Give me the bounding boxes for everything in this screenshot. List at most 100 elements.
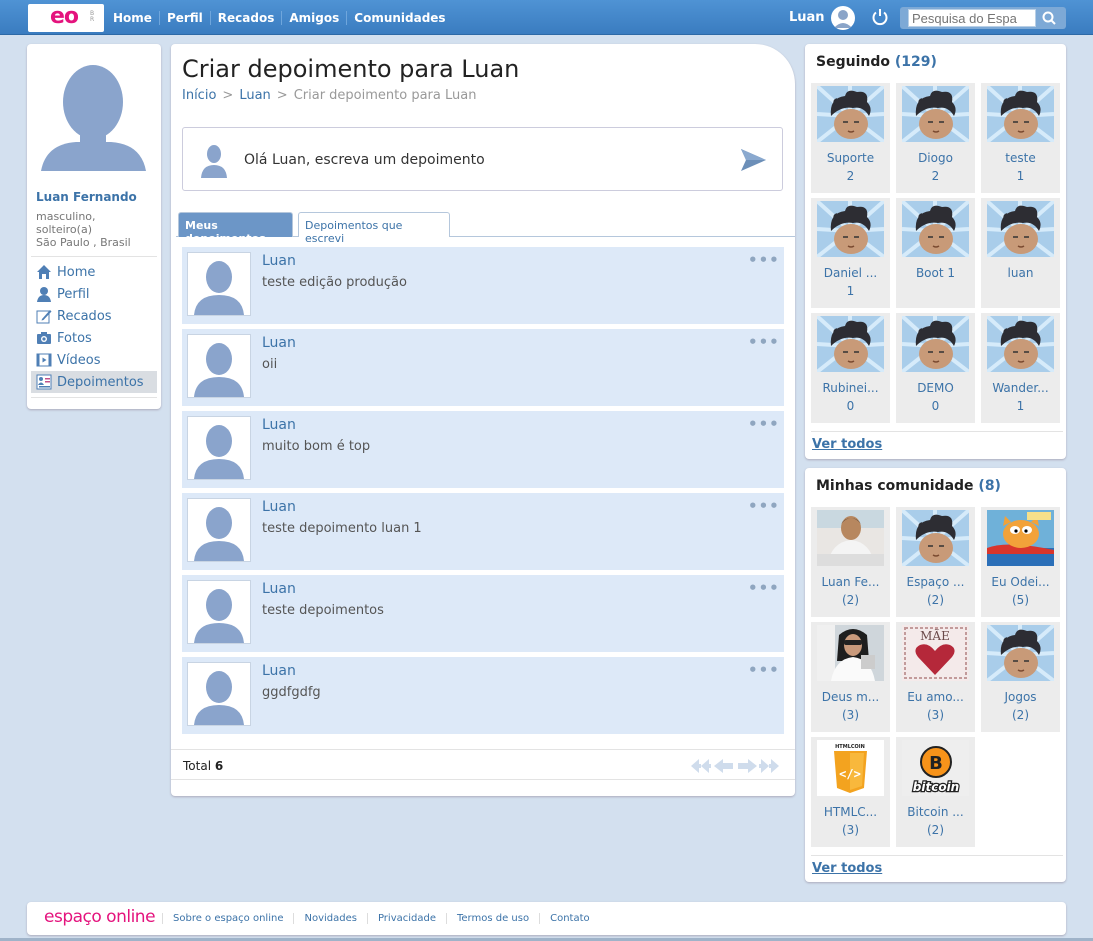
menu-item-recados[interactable]: Recados — [31, 305, 157, 327]
following-person-tile[interactable]: Daniel ... 1 — [811, 198, 890, 308]
following-person-name[interactable]: Daniel ... — [811, 266, 890, 280]
following-person-name[interactable]: teste — [981, 151, 1060, 165]
more-options-icon[interactable]: ••• — [748, 251, 780, 269]
author-name[interactable]: Luan — [262, 253, 296, 269]
site-logo[interactable]: eo BR — [28, 4, 104, 32]
nav-comunidades[interactable]: Comunidades — [346, 10, 452, 25]
following-person-tile[interactable]: DEMO 0 — [896, 313, 975, 423]
author-name[interactable]: Luan — [262, 581, 296, 597]
tab-depoimentos-que-escrevi[interactable]: Depoimentos que escrevi — [298, 212, 450, 245]
cartoon-avatar-thumbnail[interactable] — [902, 86, 969, 142]
author-name[interactable]: Luan — [262, 663, 296, 679]
nav-recados[interactable]: Recados — [209, 10, 282, 25]
communities-see-all-link[interactable]: Ver todos — [812, 861, 882, 876]
nav-amigos[interactable]: Amigos — [281, 10, 346, 25]
garfield-thumbnail[interactable] — [987, 510, 1054, 566]
breadcrumb-inicio[interactable]: Início — [182, 88, 216, 103]
menu-item-depoimentos[interactable]: Depoimentos — [31, 371, 157, 393]
community-tile[interactable]: Eu Odei... (5) — [981, 507, 1060, 617]
following-person-name[interactable]: luan — [981, 266, 1060, 280]
author-avatar[interactable] — [187, 252, 251, 316]
community-name[interactable]: Deus m... — [811, 690, 890, 704]
author-avatar[interactable] — [187, 498, 251, 562]
menu-item-home[interactable]: Home — [31, 261, 157, 283]
more-options-icon[interactable]: ••• — [748, 497, 780, 515]
author-name[interactable]: Luan — [262, 499, 296, 515]
following-person-tile[interactable]: Suporte 2 — [811, 83, 890, 193]
bitcoin-logo-thumbnail[interactable]: Bbitcoin — [902, 740, 969, 796]
community-tile[interactable]: Bbitcoin Bitcoin ... (2) — [896, 737, 975, 847]
prev-page-icon[interactable] — [714, 759, 733, 773]
community-tile[interactable]: Espaço ... (2) — [896, 507, 975, 617]
first-page-icon[interactable] — [691, 759, 711, 773]
photo-man-thumbnail[interactable] — [817, 510, 884, 566]
following-person-tile[interactable]: Boot 1 — [896, 198, 975, 308]
author-avatar[interactable] — [187, 662, 251, 726]
breadcrumb-luan[interactable]: Luan — [239, 88, 270, 103]
following-see-all-link[interactable]: Ver todos — [812, 437, 882, 452]
following-person-name[interactable]: Boot 1 — [896, 266, 975, 280]
search-icon[interactable] — [1041, 10, 1059, 26]
following-person-name[interactable]: Diogo — [896, 151, 975, 165]
community-tile[interactable]: MÃE Eu amo... (3) — [896, 622, 975, 732]
following-person-name[interactable]: DEMO — [896, 381, 975, 395]
cartoon-avatar-thumbnail[interactable] — [987, 201, 1054, 257]
more-options-icon[interactable]: ••• — [748, 333, 780, 351]
author-avatar[interactable] — [187, 416, 251, 480]
html5-logo-thumbnail[interactable]: HTMLCOIN </> — [817, 740, 884, 796]
cartoon-avatar-thumbnail[interactable] — [902, 201, 969, 257]
cartoon-avatar-thumbnail[interactable] — [902, 316, 969, 372]
more-options-icon[interactable]: ••• — [748, 579, 780, 597]
author-name[interactable]: Luan — [262, 335, 296, 351]
community-tile[interactable]: Jogos (2) — [981, 622, 1060, 732]
power-icon[interactable] — [871, 8, 889, 26]
community-name[interactable]: Eu amo... — [896, 690, 975, 704]
author-name[interactable]: Luan — [262, 417, 296, 433]
menu-item-perfil[interactable]: Perfil — [31, 283, 157, 305]
following-person-tile[interactable]: teste 1 — [981, 83, 1060, 193]
following-person-name[interactable]: Rubinei... — [811, 381, 890, 395]
more-options-icon[interactable]: ••• — [748, 661, 780, 679]
profile-name[interactable]: Luan Fernando — [36, 190, 137, 204]
community-tile[interactable]: Deus m... (3) — [811, 622, 890, 732]
tab-meus-depoimentos[interactable]: Meus depoimentos — [178, 212, 293, 245]
menu-item-videos[interactable]: Vídeos — [31, 349, 157, 371]
following-person-tile[interactable]: Rubinei... 0 — [811, 313, 890, 423]
nav-perfil[interactable]: Perfil — [158, 10, 210, 25]
user-avatar-icon[interactable] — [831, 6, 855, 30]
community-tile[interactable]: HTMLCOIN </> HTMLC... (3) — [811, 737, 890, 847]
footer-link-sobre[interactable]: Sobre o espaço online — [162, 913, 293, 924]
footer-link-novidades[interactable]: Novidades — [293, 913, 366, 924]
cartoon-face-thumbnail[interactable] — [987, 625, 1054, 681]
cartoon-avatar-thumbnail[interactable] — [987, 316, 1054, 372]
community-name[interactable]: Espaço ... — [896, 575, 975, 589]
mae-heart-thumbnail[interactable]: MÃE — [902, 625, 969, 681]
following-person-name[interactable]: Suporte — [811, 151, 890, 165]
cartoon-face-thumbnail[interactable] — [902, 510, 969, 566]
footer-link-contato[interactable]: Contato — [539, 913, 600, 924]
profile-avatar[interactable] — [36, 44, 151, 179]
write-testimonial-box[interactable]: Olá Luan, escreva um depoimento — [182, 127, 783, 191]
photo-woman-thumbnail[interactable] — [817, 625, 884, 681]
next-page-icon[interactable] — [738, 759, 757, 773]
search-input[interactable] — [908, 9, 1036, 27]
last-page-icon[interactable] — [759, 759, 779, 773]
following-person-tile[interactable]: Diogo 2 — [896, 83, 975, 193]
community-name[interactable]: Luan Fe... — [811, 575, 890, 589]
community-name[interactable]: HTMLC... — [811, 805, 890, 819]
author-avatar[interactable] — [187, 580, 251, 644]
following-person-tile[interactable]: Wander... 1 — [981, 313, 1060, 423]
cartoon-avatar-thumbnail[interactable] — [987, 86, 1054, 142]
community-name[interactable]: Bitcoin ... — [896, 805, 975, 819]
menu-item-fotos[interactable]: Fotos — [31, 327, 157, 349]
community-tile[interactable]: Luan Fe... (2) — [811, 507, 890, 617]
user-name-link[interactable]: Luan — [789, 10, 825, 25]
following-person-name[interactable]: Wander... — [981, 381, 1060, 395]
cartoon-avatar-thumbnail[interactable] — [817, 316, 884, 372]
send-arrow-icon[interactable] — [739, 146, 767, 174]
community-name[interactable]: Eu Odei... — [981, 575, 1060, 589]
footer-logo[interactable]: espaço online — [44, 907, 156, 927]
cartoon-avatar-thumbnail[interactable] — [817, 86, 884, 142]
nav-home[interactable]: Home — [106, 11, 159, 25]
community-name[interactable]: Jogos — [981, 690, 1060, 704]
